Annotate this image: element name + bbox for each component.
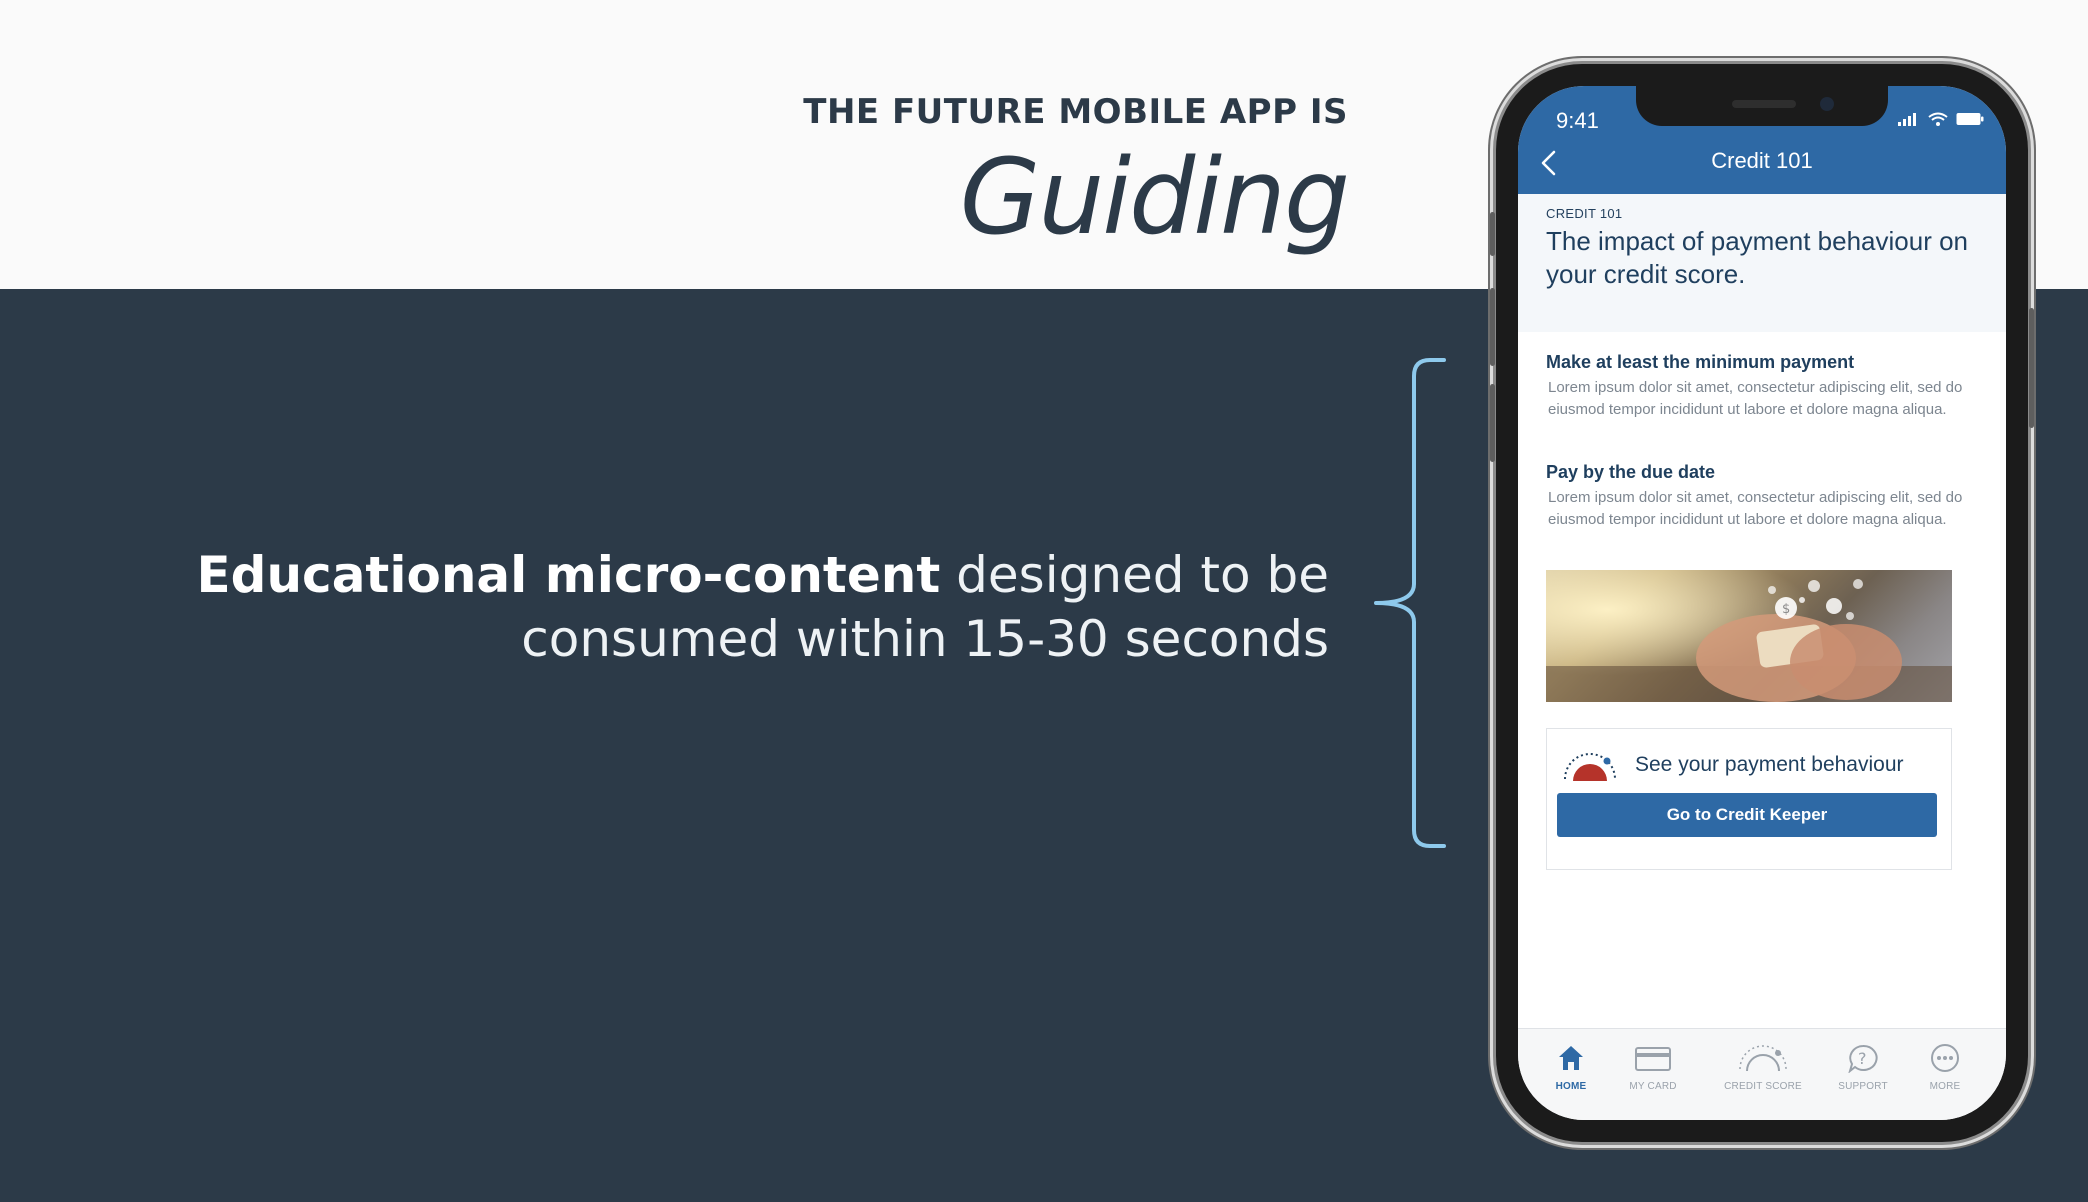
card-text: See your payment behaviour — [1635, 753, 1904, 776]
hands-phone-coins-photo: $ — [1546, 570, 1952, 702]
article-intro: CREDIT 101 The impact of payment behavio… — [1518, 194, 2006, 332]
svg-text:$: $ — [1782, 602, 1790, 617]
signal-icon — [1898, 113, 1916, 126]
tab-my-card[interactable]: MY CARD — [1608, 1043, 1698, 1092]
phone-mockup: 9:41 Credit 101 CREDIT 101 The impact of… — [1490, 64, 2034, 1142]
notch-camera — [1820, 97, 1834, 111]
tagline-bold: Educational micro-content — [196, 546, 941, 604]
tab-support[interactable]: ? SUPPORT — [1818, 1043, 1908, 1092]
gauge-icon — [1564, 753, 1616, 781]
phone-volume-down — [1490, 384, 1495, 462]
bottom-tab-bar: HOME MY CARD CREDIT SCORE ? SUPPORT MORE — [1518, 1028, 2006, 1120]
phone-power-button — [2029, 308, 2034, 428]
phone-silent-switch — [1490, 212, 1495, 256]
article-section: Make at least the minimum payment Lorem … — [1546, 352, 1986, 421]
tagline: Educational micro-content designed to be… — [197, 543, 1329, 671]
article-kicker: CREDIT 101 — [1546, 206, 1623, 221]
tagline-light: designed to be — [940, 546, 1329, 604]
tab-label: SUPPORT — [1838, 1081, 1888, 1092]
gauge-icon — [1739, 1045, 1787, 1072]
article-section: Pay by the due date Lorem ipsum dolor si… — [1546, 462, 1986, 531]
more-dots-icon — [1931, 1044, 1959, 1072]
tab-label: MY CARD — [1629, 1081, 1677, 1092]
notch-speaker — [1732, 100, 1796, 108]
help-bubble-icon: ? — [1848, 1044, 1878, 1074]
wifi-icon — [1928, 112, 1948, 126]
payment-behaviour-card: See your payment behaviour Go to Credit … — [1546, 728, 1952, 870]
tab-more[interactable]: MORE — [1900, 1043, 1990, 1092]
phone-volume-up — [1490, 288, 1495, 366]
photo-illustration: $ — [1546, 570, 1952, 702]
section-heading: Pay by the due date — [1546, 462, 1716, 482]
section-body: Lorem ipsum dolor sit amet, consectetur … — [1548, 489, 1963, 528]
status-icons — [1898, 112, 1984, 126]
phone-screen: 9:41 Credit 101 CREDIT 101 The impact of… — [1518, 86, 2006, 1120]
tab-credit-score[interactable]: CREDIT SCORE — [1708, 1043, 1818, 1092]
nav-title: Credit 101 — [1711, 148, 1813, 173]
go-to-credit-keeper-button[interactable]: Go to Credit Keeper — [1557, 793, 1937, 837]
section-body: Lorem ipsum dolor sit amet, consectetur … — [1548, 379, 1963, 418]
svg-text:?: ? — [1858, 1049, 1867, 1068]
tab-label: MORE — [1929, 1081, 1961, 1092]
tagline-line-1: Educational micro-content designed to be — [197, 543, 1329, 607]
battery-icon — [1956, 113, 1984, 125]
home-icon — [1559, 1046, 1583, 1070]
status-time: 9:41 — [1556, 108, 1599, 133]
tab-label: HOME — [1555, 1081, 1587, 1092]
tagline-line-2: consumed within 15-30 seconds — [521, 610, 1329, 668]
tab-home[interactable]: HOME — [1526, 1043, 1616, 1092]
hero-headline: Guiding — [959, 136, 1350, 258]
tab-label: CREDIT SCORE — [1724, 1081, 1802, 1092]
article-title: The impact of payment behaviour on your … — [1546, 226, 1969, 289]
section-heading: Make at least the minimum payment — [1546, 352, 1855, 372]
hero-eyebrow: THE FUTURE MOBILE APP IS — [803, 92, 1348, 132]
phone-notch — [1636, 86, 1888, 126]
credit-card-icon — [1635, 1047, 1671, 1071]
curly-bracket — [1374, 358, 1446, 848]
